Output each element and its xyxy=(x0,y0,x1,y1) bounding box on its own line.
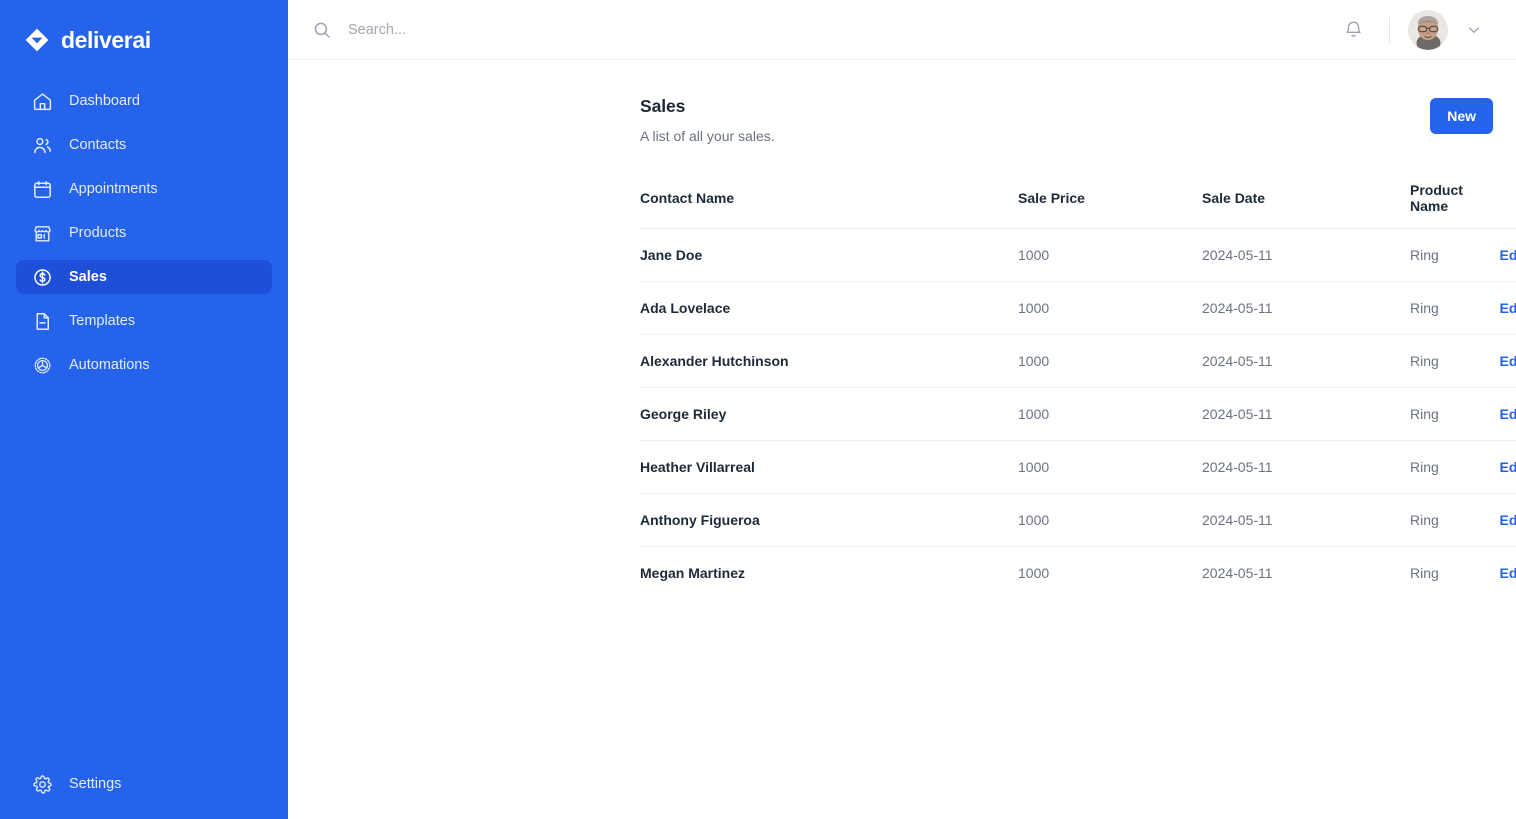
home-icon xyxy=(32,91,53,112)
cell-contact-name: George Riley xyxy=(640,388,1018,441)
sidebar-item-contacts[interactable]: Contacts xyxy=(16,128,272,162)
new-button[interactable]: New xyxy=(1430,98,1493,134)
cell-contact-name: Anthony Figueroa xyxy=(640,494,1018,547)
search-bar[interactable] xyxy=(312,0,1335,59)
sales-table-container: Contact Name Sale Price Sale Date Produc… xyxy=(288,182,1516,599)
sidebar-item-label: Sales xyxy=(69,270,107,285)
topbar-divider xyxy=(1389,17,1390,43)
sidebar: deliverai Dashboard xyxy=(0,0,288,819)
gear-icon xyxy=(32,774,53,795)
cell-sale-price: 1000 xyxy=(1018,494,1202,547)
edit-link[interactable]: Edit xyxy=(1500,300,1516,316)
avatar[interactable] xyxy=(1408,10,1448,50)
page-subtitle: A list of all your sales. xyxy=(640,128,775,144)
app-root: deliverai Dashboard xyxy=(0,0,1516,819)
cell-sale-date: 2024-05-11 xyxy=(1202,229,1410,282)
edit-link[interactable]: Edit xyxy=(1500,512,1516,528)
search-input[interactable] xyxy=(348,10,768,50)
sidebar-footer: Settings xyxy=(0,767,288,819)
sidebar-item-dashboard[interactable]: Dashboard xyxy=(16,84,272,118)
sidebar-item-automations[interactable]: Automations xyxy=(16,348,272,382)
cell-sale-date: 2024-05-11 xyxy=(1202,388,1410,441)
table-row: George Riley 1000 2024-05-11 Ring Edit xyxy=(640,388,1516,441)
calendar-icon xyxy=(32,179,53,200)
column-header-sale-price: Sale Price xyxy=(1018,182,1202,229)
column-header-contact-name: Contact Name xyxy=(640,182,1018,229)
table-header-row: Contact Name Sale Price Sale Date Produc… xyxy=(640,182,1516,229)
page-header: Sales A list of all your sales. New xyxy=(288,96,1516,144)
topbar-actions xyxy=(1335,10,1492,50)
sidebar-item-sales[interactable]: Sales xyxy=(16,260,272,294)
table-row: Heather Villarreal 1000 2024-05-11 Ring … xyxy=(640,441,1516,494)
topbar xyxy=(288,0,1516,60)
cell-sale-date: 2024-05-11 xyxy=(1202,547,1410,600)
sidebar-item-appointments[interactable]: Appointments xyxy=(16,172,272,206)
user-menu-button[interactable] xyxy=(1456,12,1492,48)
bell-icon xyxy=(1343,19,1364,40)
chevron-down-icon xyxy=(1465,21,1483,39)
edit-link[interactable]: Edit xyxy=(1500,565,1516,581)
cell-sale-date: 2024-05-11 xyxy=(1202,441,1410,494)
table-row: Jane Doe 1000 2024-05-11 Ring Edit xyxy=(640,229,1516,282)
cell-contact-name: Ada Lovelace xyxy=(640,282,1018,335)
dollar-coin-icon xyxy=(32,267,53,288)
cell-sale-price: 1000 xyxy=(1018,282,1202,335)
diamond-chevron-logo-icon xyxy=(24,27,50,53)
edit-link[interactable]: Edit xyxy=(1500,247,1516,263)
cell-contact-name: Alexander Hutchinson xyxy=(640,335,1018,388)
table-row: Ada Lovelace 1000 2024-05-11 Ring Edit xyxy=(640,282,1516,335)
sales-table: Contact Name Sale Price Sale Date Produc… xyxy=(640,182,1516,599)
brand-name: deliverai xyxy=(61,27,151,54)
table-row: Alexander Hutchinson 1000 2024-05-11 Rin… xyxy=(640,335,1516,388)
notifications-button[interactable] xyxy=(1335,12,1371,48)
table-row: Anthony Figueroa 1000 2024-05-11 Ring Ed… xyxy=(640,494,1516,547)
cell-contact-name: Megan Martinez xyxy=(640,547,1018,600)
cell-contact-name: Jane Doe xyxy=(640,229,1018,282)
cell-sale-date: 2024-05-11 xyxy=(1202,335,1410,388)
cell-contact-name: Heather Villarreal xyxy=(640,441,1018,494)
table-header: Contact Name Sale Price Sale Date Produc… xyxy=(640,182,1516,229)
edit-link[interactable]: Edit xyxy=(1500,406,1516,422)
cog-propeller-icon xyxy=(32,355,53,376)
sidebar-item-label: Automations xyxy=(69,358,150,373)
storefront-icon xyxy=(32,223,53,244)
sidebar-item-label: Appointments xyxy=(69,182,158,197)
main-content: Sales A list of all your sales. New Cont… xyxy=(288,0,1516,819)
sidebar-item-label: Products xyxy=(69,226,126,241)
edit-link[interactable]: Edit xyxy=(1500,353,1516,369)
cell-sale-price: 1000 xyxy=(1018,547,1202,600)
sidebar-nav: Dashboard Contacts xyxy=(0,84,288,392)
cell-sale-price: 1000 xyxy=(1018,335,1202,388)
users-icon xyxy=(32,135,53,156)
sidebar-item-templates[interactable]: Templates xyxy=(16,304,272,338)
sidebar-item-label: Templates xyxy=(69,314,135,329)
sidebar-item-settings[interactable]: Settings xyxy=(16,767,272,801)
brand-logo[interactable]: deliverai xyxy=(0,0,288,62)
column-header-sale-date: Sale Date xyxy=(1202,182,1410,229)
document-minus-icon xyxy=(32,311,53,332)
cell-sale-date: 2024-05-11 xyxy=(1202,494,1410,547)
table-body: Jane Doe 1000 2024-05-11 Ring Edit Ada L… xyxy=(640,229,1516,600)
sidebar-item-label: Contacts xyxy=(69,138,126,153)
cell-sale-price: 1000 xyxy=(1018,229,1202,282)
sidebar-item-label: Dashboard xyxy=(69,94,140,109)
sidebar-item-label: Settings xyxy=(69,777,121,792)
page-header-text: Sales A list of all your sales. xyxy=(640,96,775,144)
cell-sale-date: 2024-05-11 xyxy=(1202,282,1410,335)
cell-sale-price: 1000 xyxy=(1018,388,1202,441)
table-row: Megan Martinez 1000 2024-05-11 Ring Edit xyxy=(640,547,1516,600)
edit-link[interactable]: Edit xyxy=(1500,459,1516,475)
page-body: Sales A list of all your sales. New Cont… xyxy=(288,60,1516,819)
cell-sale-price: 1000 xyxy=(1018,441,1202,494)
search-icon xyxy=(312,20,332,40)
page-title: Sales xyxy=(640,96,775,117)
sidebar-item-products[interactable]: Products xyxy=(16,216,272,250)
